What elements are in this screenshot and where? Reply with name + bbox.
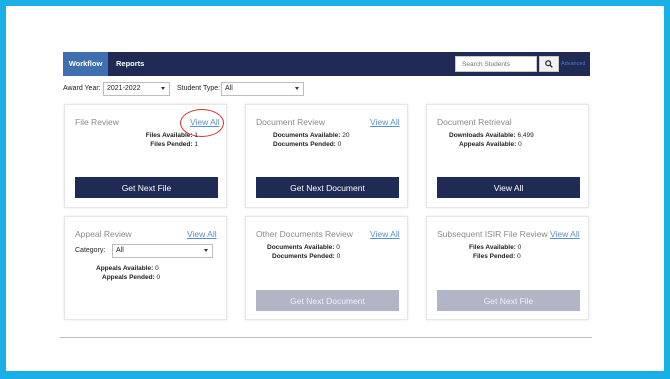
files-pended-stat: Files Pended: 1: [150, 141, 198, 148]
document-review-card: Document Review View All Documents Avail…: [245, 104, 408, 208]
chevron-down-icon: [295, 87, 299, 90]
search-icon: [545, 60, 553, 68]
category-value: All: [116, 247, 124, 254]
chevron-down-icon: [204, 249, 208, 252]
get-next-document-button[interactable]: Get Next Document: [256, 290, 399, 311]
downloads-available-stat: Downloads Available: 6,499: [449, 132, 534, 139]
documents-pended-stat: Documents Pended: 0: [272, 253, 341, 260]
student-type-value: All: [225, 85, 233, 92]
appeal-review-card: Appeal Review View All Category: All App…: [64, 216, 227, 320]
files-pended-stat: Files Pended: 0: [473, 253, 521, 260]
annotation-circle: [180, 109, 224, 137]
documents-pended-stat: Documents Pended: 0: [273, 141, 342, 148]
top-navbar: Workflow Reports Advanced: [63, 52, 590, 76]
view-all-link[interactable]: View All: [550, 229, 580, 239]
view-all-button[interactable]: View All: [437, 177, 580, 198]
view-all-link[interactable]: View All: [370, 117, 400, 127]
get-next-file-button[interactable]: Get Next File: [437, 290, 580, 311]
appeals-available-stat: Appeals Available: 0: [96, 265, 159, 272]
search-input[interactable]: [455, 56, 537, 72]
documents-available-stat: Documents Available: 0: [267, 244, 340, 251]
search-button[interactable]: [539, 56, 559, 72]
appeals-available-stat: Appeals Available: 0: [459, 141, 522, 148]
student-type-label: Student Type:: [177, 85, 221, 92]
category-label: Category:: [75, 247, 106, 254]
chevron-down-icon: [161, 87, 165, 90]
get-next-document-button[interactable]: Get Next Document: [256, 177, 399, 198]
files-available-stat: Files Available: 0: [469, 244, 522, 251]
student-type-select[interactable]: All: [221, 82, 304, 96]
tab-reports[interactable]: Reports: [109, 52, 151, 76]
other-documents-review-card: Other Documents Review View All Document…: [245, 216, 408, 320]
appeals-pended-stat: Appeals Pended: 0: [102, 274, 161, 281]
card-title: Document Review: [256, 117, 325, 127]
get-next-file-button[interactable]: Get Next File: [75, 177, 218, 198]
document-retrieval-card: Document Retrieval Downloads Available: …: [426, 104, 589, 208]
category-select[interactable]: All: [112, 244, 213, 258]
view-all-link[interactable]: View All: [370, 229, 400, 239]
card-title: File Review: [75, 117, 119, 127]
documents-available-stat: Documents Available: 20: [273, 132, 350, 139]
divider: [60, 337, 592, 338]
award-year-select[interactable]: 2021-2022: [103, 82, 170, 96]
card-title: Document Retrieval: [437, 117, 512, 127]
tab-workflow[interactable]: Workflow: [63, 52, 108, 76]
subsequent-isir-card: Subsequent ISIR File Review View All Fil…: [426, 216, 589, 320]
card-title: Subsequent ISIR File Review: [437, 229, 548, 239]
card-title: Appeal Review: [75, 229, 132, 239]
card-title: Other Documents Review: [256, 229, 353, 239]
advanced-search-link[interactable]: Advanced: [561, 52, 585, 76]
award-year-label: Award Year:: [63, 85, 101, 92]
award-year-value: 2021-2022: [107, 85, 141, 92]
view-all-link[interactable]: View All: [187, 229, 217, 239]
